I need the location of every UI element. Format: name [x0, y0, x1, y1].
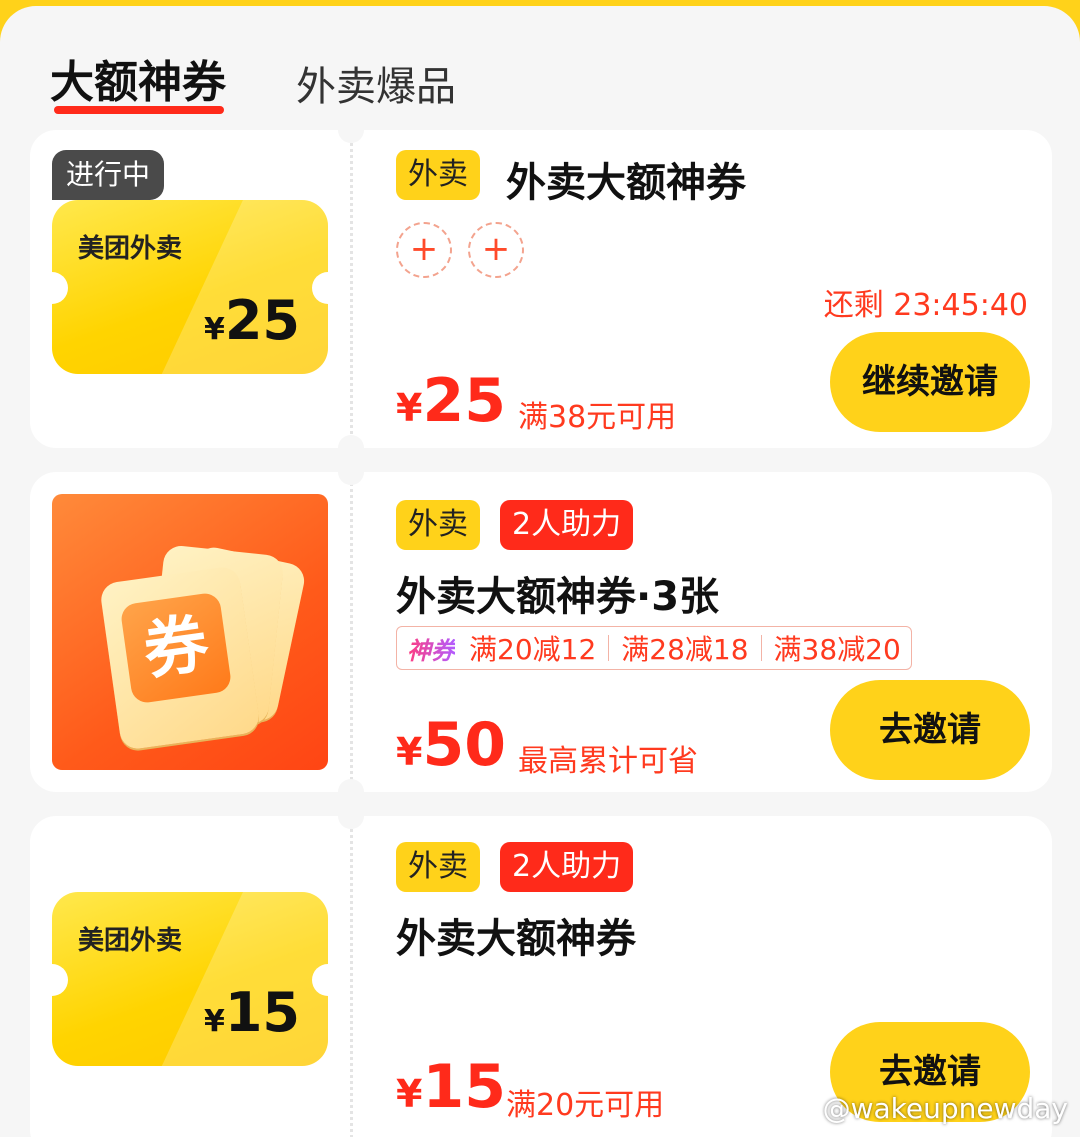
rule-separator — [760, 635, 762, 661]
coupon-stack-image: 券 — [52, 494, 328, 770]
coupon-card[interactable]: 美团外卖 ¥15 外卖 2人助力 外卖大额神券 ¥15 满20元可用 去邀请 — [30, 816, 1052, 1137]
thumbnail-brand: 美团外卖 — [78, 234, 183, 264]
coupon-card[interactable]: 券 外卖 2人助力 外卖大额神券·3张 神券 满20减12 满28减18 满38… — [30, 472, 1052, 792]
card-divider — [350, 816, 353, 1137]
thumbnail-amount-value: 25 — [224, 289, 300, 352]
coupon-thumbnail: 美团外卖 ¥25 — [52, 200, 328, 374]
coupon-thumbnail: 美团外卖 ¥15 — [52, 892, 328, 1066]
thumbnail-yen: ¥ — [203, 312, 225, 347]
thumbnail-yen: ¥ — [203, 1004, 225, 1039]
coupon-title: 外卖大额神券 — [396, 916, 636, 962]
ticket-bite — [52, 964, 68, 996]
tab-bar: 大额神券 外卖爆品 — [0, 6, 1080, 126]
category-tag: 外卖 — [396, 150, 480, 200]
price-yen: ¥ — [396, 386, 423, 430]
category-tag: 外卖 — [396, 500, 480, 550]
coupon-title: 外卖大额神券·3张 — [396, 574, 720, 620]
card-divider — [350, 472, 353, 792]
rule-item: 满38减20 — [773, 633, 901, 666]
coupon-title: 外卖大额神券 — [506, 160, 746, 206]
price-yen: ¥ — [396, 730, 423, 774]
card-notch — [338, 816, 364, 829]
countdown-timer: 还剩 23:45:40 — [823, 288, 1028, 323]
page-panel: 大额神券 外卖爆品 美团外卖 ¥25 进行中 外卖 外卖大额神券 + + 还剩 … — [0, 6, 1080, 1137]
rule-item: 满20减12 — [469, 633, 597, 666]
card-divider — [350, 130, 353, 448]
weibo-watermark: @wakeupnewday — [822, 1092, 1068, 1125]
coupon-glyph-icon: 券 — [119, 591, 233, 705]
coupon-rules: 神券 满20减12 满28减18 满38减20 — [396, 626, 912, 670]
coupon-condition: 满38元可用 — [518, 400, 677, 435]
thumbnail-amount-value: 15 — [224, 981, 300, 1044]
continue-invite-button[interactable]: 继续邀请 — [830, 332, 1030, 432]
helpers-tag: 2人助力 — [500, 500, 634, 550]
tab-hot-items[interactable]: 外卖爆品 — [296, 54, 456, 112]
add-helper-button[interactable]: + — [468, 222, 524, 278]
coupon-price: ¥25 — [396, 366, 506, 436]
tab-big-coupons[interactable]: 大额神券 — [50, 46, 226, 110]
card-notch — [338, 435, 364, 448]
price-yen: ¥ — [396, 1072, 423, 1116]
thumbnail-brand: 美团外卖 — [78, 926, 183, 956]
coupon-condition: 最高累计可省 — [518, 744, 698, 779]
thumbnail-amount: ¥15 — [204, 981, 300, 1044]
card-notch — [338, 130, 364, 143]
rule-separator — [608, 635, 610, 661]
coupon-condition: 满20元可用 — [506, 1088, 665, 1123]
ticket-bite — [52, 272, 68, 304]
thumbnail-amount: ¥25 — [204, 289, 300, 352]
price-value: 25 — [422, 366, 506, 436]
ticket-bite — [312, 272, 328, 304]
price-value: 15 — [422, 1052, 506, 1122]
god-coupon-badge: 神券 — [407, 631, 455, 666]
rule-item: 满28减18 — [621, 633, 749, 666]
price-value: 50 — [422, 710, 506, 780]
add-helper-button[interactable]: + — [396, 222, 452, 278]
ticket-bite — [312, 964, 328, 996]
card-notch — [338, 472, 364, 485]
status-badge: 进行中 — [52, 150, 165, 200]
invite-button[interactable]: 去邀请 — [830, 680, 1030, 780]
category-tag: 外卖 — [396, 842, 480, 892]
coupon-price: ¥15 — [396, 1052, 506, 1122]
card-notch — [338, 779, 364, 792]
tab-active-indicator — [54, 106, 224, 114]
coupon-card[interactable]: 美团外卖 ¥25 进行中 外卖 外卖大额神券 + + 还剩 23:45:40 ¥… — [30, 130, 1052, 448]
coupon-price: ¥50 — [396, 710, 506, 780]
helpers-tag: 2人助力 — [500, 842, 634, 892]
